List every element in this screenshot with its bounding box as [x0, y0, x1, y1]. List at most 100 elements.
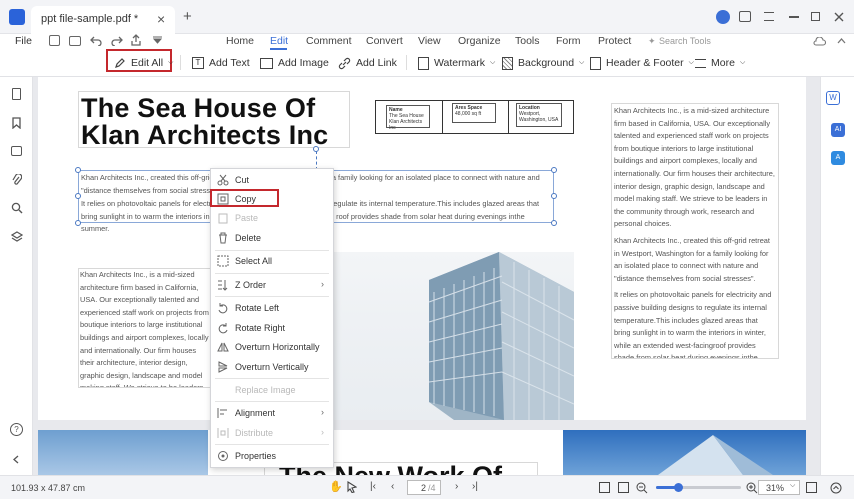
info-table[interactable]: Name The Sea House Klan Architects Inc A… [375, 100, 574, 134]
close-tab-icon[interactable]: × [157, 11, 165, 27]
fit-page-icon[interactable] [618, 482, 629, 493]
tab-view[interactable]: View [418, 35, 441, 47]
resize-handle[interactable] [75, 220, 81, 226]
dropdown-icon[interactable] [153, 36, 162, 44]
menu-icon[interactable] [764, 12, 774, 21]
zoom-slider-thumb[interactable] [674, 483, 683, 492]
fit-width-icon[interactable] [599, 482, 610, 493]
translate-icon[interactable]: A [831, 151, 845, 165]
help-icon[interactable]: ? [10, 423, 23, 436]
cloud-icon[interactable] [813, 37, 826, 46]
save-icon[interactable] [49, 35, 60, 46]
zoom-out-icon[interactable] [636, 482, 648, 494]
menu-item-rotate-right[interactable]: Rotate Right [211, 319, 333, 337]
close-window-icon[interactable] [834, 12, 844, 22]
sky-photo-right[interactable] [563, 430, 806, 475]
add-image-button[interactable]: Add Image [260, 56, 329, 70]
menu-item-z-order[interactable]: Z Order › [211, 276, 333, 294]
undo-icon[interactable] [90, 35, 102, 46]
search-icon[interactable] [11, 202, 23, 214]
add-link-button[interactable]: Add Link [338, 56, 397, 70]
search-tools-icon: ✦ [648, 36, 656, 46]
document-tab[interactable]: ppt file-sample.pdf * × [31, 6, 175, 34]
share-icon[interactable] [131, 34, 141, 46]
comment-icon[interactable] [11, 146, 22, 156]
table-cell-name[interactable]: Name The Sea House Klan Architects Inc [386, 105, 430, 131]
bookmark-icon[interactable] [12, 117, 21, 129]
zoom-slider[interactable] [656, 483, 741, 492]
resize-handle[interactable] [75, 167, 81, 173]
tab-comment[interactable]: Comment [306, 35, 352, 47]
prev-page-icon[interactable]: ‹ [391, 481, 394, 492]
document-canvas[interactable]: The Sea House Of Klan Architects Inc Nam… [33, 77, 820, 475]
hand-tool-icon[interactable]: ✋ [329, 480, 343, 493]
tab-organize[interactable]: Organize [458, 35, 501, 47]
building-photo[interactable] [334, 252, 574, 420]
tab-tools[interactable]: Tools [515, 35, 540, 47]
print-icon[interactable] [69, 36, 81, 46]
edit-all-button[interactable]: Edit All ⌵ [114, 56, 173, 70]
resize-handle[interactable] [551, 193, 557, 199]
last-page-icon[interactable]: ›| [472, 481, 478, 492]
table-divider [442, 101, 443, 133]
message-icon[interactable] [739, 11, 751, 22]
first-page-icon[interactable]: |‹ [370, 481, 376, 492]
menu-item-paste[interactable]: Paste [211, 209, 333, 227]
tab-form[interactable]: Form [556, 35, 581, 47]
ai-assistant-icon[interactable]: AI [831, 123, 845, 137]
more-button[interactable]: More ⌵ [695, 56, 745, 70]
menu-item-rotate-left[interactable]: Rotate Left [211, 299, 333, 317]
maximize-icon[interactable] [811, 12, 820, 21]
menu-item-replace-image[interactable]: Replace Image [211, 381, 333, 399]
rotate-left-icon [218, 303, 228, 314]
attachment-icon[interactable] [12, 174, 22, 186]
menu-item-select-all[interactable]: Select All [211, 252, 333, 270]
header-footer-button[interactable]: Header & Footer ⌵ [590, 56, 694, 70]
fullscreen-icon[interactable] [806, 482, 817, 493]
new-tab-icon[interactable]: + [183, 8, 192, 25]
menu-file[interactable]: File [15, 35, 32, 47]
watermark-label: Watermark [434, 57, 485, 69]
table-cell-location[interactable]: Location Westport, Washington, USA [516, 103, 562, 127]
left-text-box[interactable]: Khan Architects Inc., is a mid-sized arc… [78, 268, 212, 388]
rotate-handle[interactable] [313, 146, 319, 152]
select-tool-icon[interactable] [347, 481, 357, 493]
tab-convert[interactable]: Convert [366, 35, 403, 47]
zoom-select[interactable]: 31% ⌵ [758, 480, 800, 495]
minimize-icon[interactable] [789, 16, 799, 18]
menu-item-overturn-vertically[interactable]: Overturn Vertically [211, 358, 333, 376]
page-input[interactable]: 2 /4 [407, 480, 441, 495]
heading-text-box[interactable]: The Sea House Of Klan Architects Inc [78, 91, 350, 149]
pages-icon[interactable] [12, 88, 21, 100]
table-divider [508, 101, 509, 133]
redo-icon[interactable] [111, 35, 123, 46]
menu-item-alignment[interactable]: Alignment › [211, 404, 333, 422]
search-tools-input[interactable]: Search Tools [659, 36, 711, 46]
right-text-box[interactable]: Khan Architects Inc., is a mid-sized arc… [611, 103, 779, 359]
resize-handle[interactable] [551, 167, 557, 173]
scroll-top-icon[interactable] [830, 482, 842, 494]
collapse-left-icon[interactable] [13, 455, 19, 464]
menu-item-distribute[interactable]: Distribute › [211, 424, 333, 442]
add-text-button[interactable]: T Add Text [192, 56, 250, 70]
menu-item-overturn-horizontally[interactable]: Overturn Horizontally [211, 338, 333, 356]
sky-photo-left[interactable] [38, 430, 208, 475]
watermark-icon [418, 56, 429, 70]
avatar[interactable] [716, 10, 730, 24]
tab-edit[interactable]: Edit [270, 35, 288, 47]
zoom-in-icon[interactable] [746, 482, 758, 494]
background-button[interactable]: Background ⌵ [502, 56, 584, 70]
next-page-icon[interactable]: › [455, 481, 458, 492]
resize-handle[interactable] [551, 220, 557, 226]
table-cell-area[interactable]: Ares Space 48,000 sq ft [452, 103, 496, 123]
page-input-value: 2 [421, 483, 427, 493]
menu-item-properties[interactable]: Properties [211, 447, 333, 465]
tab-protect[interactable]: Protect [598, 35, 631, 47]
layers-icon[interactable] [11, 231, 23, 242]
collapse-ribbon-icon[interactable] [837, 38, 846, 44]
menu-item-cut[interactable]: Cut [211, 171, 333, 189]
resize-handle[interactable] [75, 193, 81, 199]
tab-home[interactable]: Home [226, 35, 254, 47]
menu-item-delete[interactable]: Delete [211, 229, 333, 247]
watermark-button[interactable]: Watermark ⌵ [418, 56, 495, 70]
